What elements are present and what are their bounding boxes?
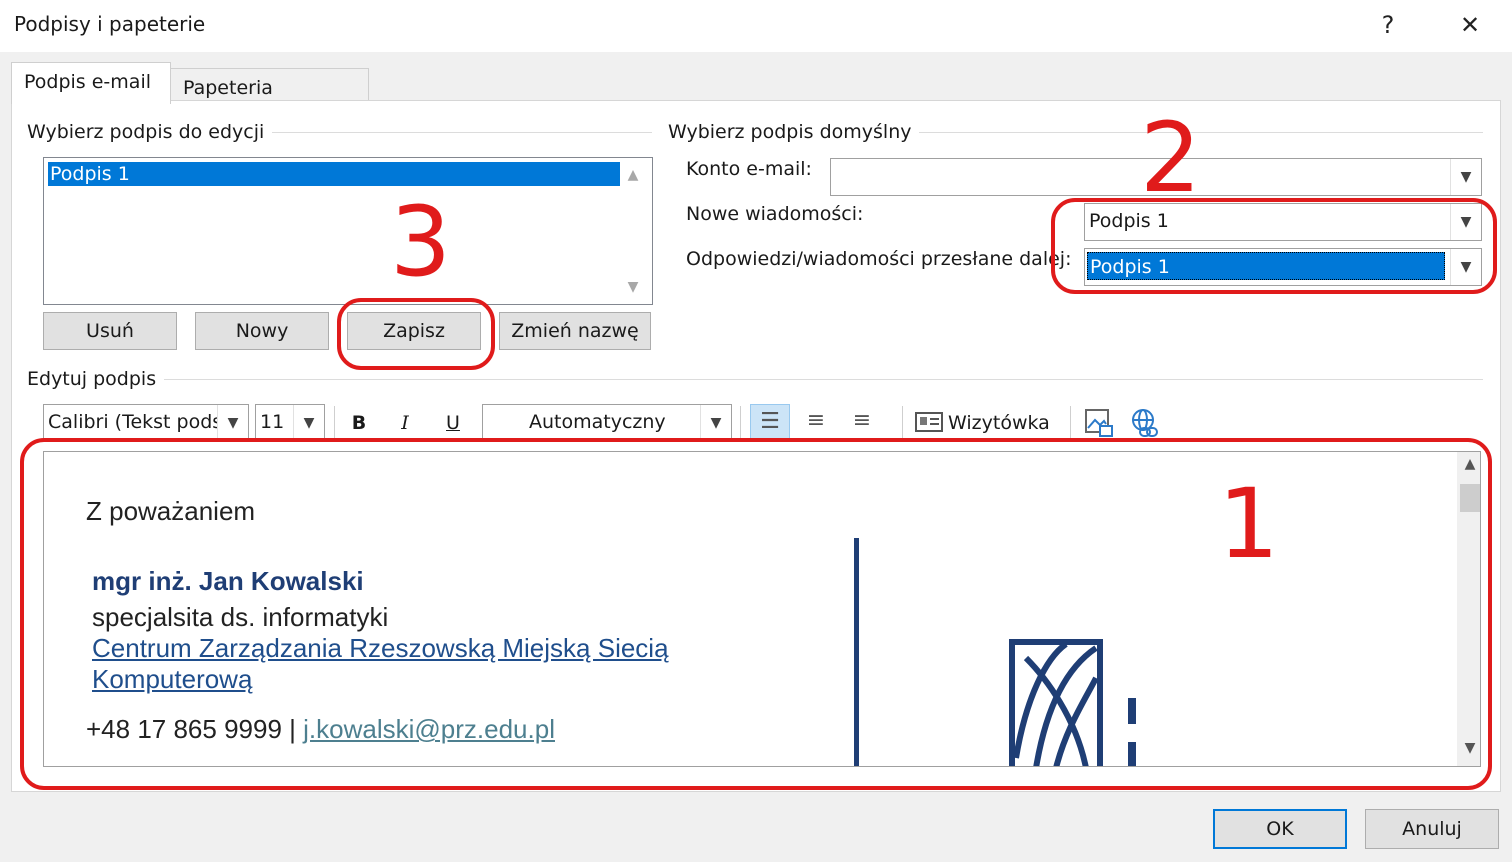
title-bar <box>0 0 1512 52</box>
delete-button[interactable]: Usuń <box>43 312 177 350</box>
align-left-icon[interactable]: ☰ <box>750 404 790 440</box>
chevron-down-icon[interactable]: ▼ <box>700 405 731 441</box>
underline-button[interactable]: U <box>436 406 470 440</box>
font-combo[interactable]: Calibri (Tekst podstawowy) ▼ <box>43 404 249 442</box>
rename-button[interactable]: Zmień nazwę <box>499 312 651 350</box>
ok-button[interactable]: OK <box>1213 809 1347 849</box>
new-messages-label: Nowe wiadomości: <box>686 203 864 225</box>
toolbar-separator <box>740 406 741 440</box>
toolbar-separator <box>902 406 903 440</box>
scroll-up-icon[interactable]: ▲ <box>624 166 642 184</box>
default-signature-label: Wybierz podpis domyślny <box>668 121 920 143</box>
font-color-value: Automatyczny <box>529 411 666 433</box>
annotation-box-2 <box>1051 198 1497 294</box>
chevron-down-icon[interactable]: ▼ <box>1450 159 1481 195</box>
cancel-button[interactable]: Anuluj <box>1365 809 1499 849</box>
align-center-icon[interactable]: ≡ <box>796 404 836 438</box>
annotation-number-1: 1 <box>1218 468 1280 580</box>
align-right-icon[interactable]: ≡ <box>842 404 882 438</box>
email-account-label: Konto e-mail: <box>686 158 812 180</box>
close-button[interactable]: ✕ <box>1448 6 1492 44</box>
window-title: Podpisy i papeterie <box>14 12 206 36</box>
italic-button[interactable]: I <box>388 406 422 440</box>
annotation-box-3 <box>337 298 495 370</box>
insert-picture-icon[interactable] <box>1082 406 1116 440</box>
font-size-value: 11 <box>260 411 285 433</box>
bold-button[interactable]: B <box>342 406 376 440</box>
font-color-combo[interactable]: Automatyczny ▼ <box>482 404 732 442</box>
hyperlink-icon[interactable] <box>1128 406 1162 440</box>
business-card-button[interactable]: Wizytówka <box>948 406 1054 440</box>
tab-email-signature[interactable]: Podpis e-mail <box>11 62 171 104</box>
scroll-down-icon[interactable]: ▼ <box>624 278 642 296</box>
font-value: Calibri (Tekst podstawowy) <box>48 411 218 433</box>
annotation-number-2: 2 <box>1140 102 1202 214</box>
new-button[interactable]: Nowy <box>195 312 329 350</box>
list-item[interactable]: Podpis 1 <box>48 162 620 186</box>
select-signature-label: Wybierz podpis do edycji <box>27 121 273 143</box>
toolbar-separator <box>334 406 335 440</box>
font-size-combo[interactable]: 11 ▼ <box>255 404 325 442</box>
group-separator <box>27 379 1483 380</box>
business-card-icon[interactable] <box>914 410 944 434</box>
annotation-number-3: 3 <box>390 186 452 298</box>
toolbar-separator <box>1070 406 1071 440</box>
edit-signature-label: Edytuj podpis <box>27 368 165 390</box>
signature-listbox[interactable]: Podpis 1 ▲ ▼ <box>43 157 653 305</box>
chevron-down-icon[interactable]: ▼ <box>217 405 248 441</box>
replies-label: Odpowiedzi/wiadomości przesłane dalej: <box>686 248 1072 270</box>
help-button[interactable]: ? <box>1366 6 1410 44</box>
chevron-down-icon[interactable]: ▼ <box>293 405 324 441</box>
